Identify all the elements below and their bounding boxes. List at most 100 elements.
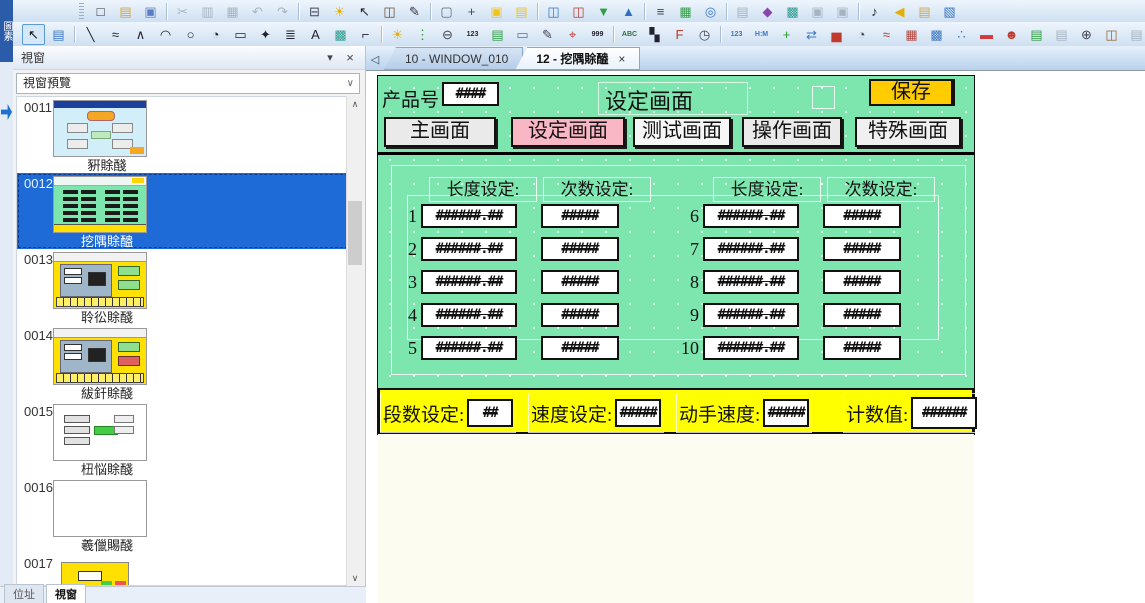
redo-icon[interactable]: ↷ [271,1,294,22]
function-key-object-icon[interactable]: F [668,24,691,45]
nav-button-2[interactable]: 设定画面 [511,117,625,147]
product-number-field[interactable]: #### [442,82,499,106]
data-table-object-icon[interactable]: ▦ [900,24,923,45]
scroll-down-icon[interactable]: ∨ [347,570,363,586]
upload-from-hmi-icon[interactable]: ▲ [617,1,640,22]
chart-report-icon[interactable]: ▧ [938,1,961,22]
window-thumbnail[interactable] [53,404,147,461]
compile-icon[interactable]: ☀ [328,1,351,22]
marquee-select-icon[interactable]: ▢ [435,1,458,22]
parameter-input-field[interactable]: ##### [615,399,661,427]
corner-tool-icon[interactable]: ⌐ [354,24,377,45]
touch-key-object-icon[interactable]: ▭ [511,24,534,45]
count-input-field[interactable]: ##### [823,336,901,360]
nav-button-3[interactable]: 测试画面 [633,117,731,147]
length-input-field[interactable]: ######.## [421,237,517,261]
xy-scatter-object-icon[interactable]: ∴ [950,24,973,45]
parameter-input-field[interactable]: ##### [763,399,809,427]
save-all-icon[interactable]: ▣ [831,1,854,22]
tab-address[interactable]: 位址 [4,584,44,603]
count-input-field[interactable]: ##### [541,270,619,294]
window-thumbnail[interactable] [53,328,147,385]
screen-capture-icon[interactable]: ▣ [806,1,829,22]
length-input-field[interactable]: ######.## [703,303,799,327]
window-thumbnail[interactable] [53,100,147,157]
arc-tool-icon[interactable]: ◠ [154,24,177,45]
cut-icon[interactable]: ✂ [171,1,194,22]
numeric-display-object-icon[interactable]: 123 [725,24,748,45]
font-editor-icon[interactable]: ✎ [403,1,426,22]
document-tab-window012[interactable]: 12 - 挖隅賖醠 × [515,47,640,70]
panel-close-icon[interactable]: × [341,46,359,70]
database-object-icon[interactable]: ◫ [1100,24,1123,45]
length-input-field[interactable]: ######.## [421,204,517,228]
line-tool-icon[interactable]: ╲ [79,24,102,45]
backup-object-icon[interactable]: ⊕ [1075,24,1098,45]
window-list-item[interactable]: 0017 [17,553,359,586]
length-input-field[interactable]: ######.## [703,270,799,294]
panel-menu-icon[interactable]: ▾ [321,46,339,70]
window-list-item[interactable]: 0011豣賖醆 [17,97,359,173]
bar-graph-object-icon[interactable]: ▅ [825,24,848,45]
trend-graph-object-icon[interactable]: ≈ [875,24,898,45]
rect-tool-icon[interactable]: ▭ [229,24,252,45]
polygon-tool-icon[interactable]: ✦ [254,24,277,45]
project-manager-icon[interactable]: ◫ [378,1,401,22]
window-thumbnail[interactable] [53,252,147,309]
window-thumbnail[interactable] [61,562,129,586]
operator-panel-object-icon[interactable]: ☻ [1000,24,1023,45]
toggle-switch-object-icon[interactable]: ⊖ [436,24,459,45]
object-stack-icon[interactable]: ▤ [913,1,936,22]
macro-editor-icon[interactable]: ≡ [649,1,672,22]
document-tab-window010[interactable]: 10 - WINDOW_010 [384,47,523,70]
barcode-object-icon[interactable]: ▚ [643,24,666,45]
length-input-field[interactable]: ######.## [421,336,517,360]
picture-library-icon[interactable]: ▩ [781,1,804,22]
dock-tab-library[interactable]: 圖素 [0,0,13,62]
window-thumbnail[interactable] [53,480,147,537]
window-list-item[interactable]: 0012挖隅賖醠 [17,173,359,249]
count-input-field[interactable]: ##### [823,204,901,228]
lamp-object-icon[interactable]: ☀ [386,24,409,45]
count-input-field[interactable]: ##### [823,303,901,327]
save-project-icon[interactable]: ▣ [139,1,162,22]
nav-button-4[interactable]: 操作画面 [742,117,842,147]
count-input-field[interactable]: ##### [541,303,619,327]
speaker-icon[interactable]: ◀ [888,1,911,22]
nav-button-1[interactable]: 主画面 [384,117,496,147]
duplicate-window-icon[interactable]: ▤ [510,1,533,22]
length-input-field[interactable]: ######.## [421,270,517,294]
memo-object-icon[interactable]: ✎ [536,24,559,45]
toolbar-grip[interactable] [79,3,84,19]
window-list-item[interactable]: 0016羲儠賜醆 [17,477,359,553]
alarm-bar-object-icon[interactable]: ▬ [975,24,998,45]
dock-pin-icon[interactable] [1,104,12,120]
meter-object-icon[interactable]: ◔ [850,24,873,45]
clock-object-icon[interactable]: ◷ [693,24,716,45]
length-input-field[interactable]: ######.## [703,204,799,228]
offline-simulation-icon[interactable]: ◫ [567,1,590,22]
nav-button-5[interactable]: 特殊画面 [855,117,961,147]
pin-object-icon[interactable]: ⌖ [561,24,584,45]
indicator-999-object-icon[interactable]: 999 [586,24,609,45]
bezier-tool-icon[interactable]: ≈ [104,24,127,45]
numeric-entry-object-icon[interactable]: 123 [461,24,484,45]
window-thumbnail[interactable] [53,176,147,233]
graphic-display-object-icon[interactable]: ▩ [925,24,948,45]
text-tool-icon[interactable]: A [304,24,327,45]
scrollbar-thumb[interactable] [348,201,362,265]
online-simulation-icon[interactable]: ◫ [542,1,565,22]
polyline-tool-icon[interactable]: ∧ [129,24,152,45]
tab-close-icon[interactable]: × [618,52,625,66]
count-input-field[interactable]: ##### [541,336,619,360]
word-library-object-icon[interactable]: ▤ [486,24,509,45]
sound-library-icon[interactable]: ♪ [863,1,886,22]
recipe-table-icon[interactable]: ▦ [674,1,697,22]
count-input-field[interactable]: ##### [823,237,901,261]
object-library-icon[interactable]: ◆ [756,1,779,22]
count-input-field[interactable]: ##### [541,204,619,228]
text-display-object-icon[interactable]: ABC [618,24,641,45]
new-project-icon[interactable]: □ [89,1,112,22]
small-rectangle-object[interactable] [812,86,835,109]
save-button[interactable]: 保存 [869,79,955,106]
